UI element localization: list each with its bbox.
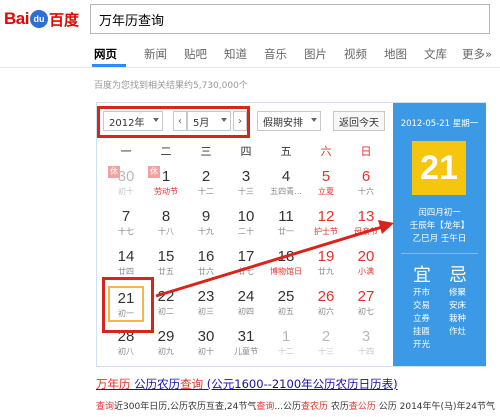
snippet-text: 公历 2014年午(马)年24节气: [375, 402, 495, 412]
snippet-keyword: 查农历: [300, 402, 328, 412]
arrow-line: [155, 225, 383, 298]
annotation-arrow: [155, 220, 394, 298]
snippet-text: ...公历: [274, 402, 301, 412]
result-snippet: 查询近300年日历,公历农历互查,24节气查询...公历查农历 农历查公历 公历…: [96, 399, 495, 412]
arrow-head: [378, 220, 394, 234]
snippet-keyword: 查询: [96, 402, 115, 412]
result-title-keyword: 查询: [180, 377, 204, 391]
result-title-link[interactable]: 万年历 公历农历查询 (公元1600--2100年公历农历日历表): [96, 376, 398, 392]
snippet-keyword: 查询: [256, 402, 275, 412]
snippet-text: 农历: [328, 402, 349, 412]
result-title-text: (公元1600--2100年公历农历日历表): [203, 377, 398, 391]
snippet-keyword: 查公历: [348, 402, 376, 412]
result-title-text: 公历农历: [130, 377, 181, 391]
snippet-text: 近300年日历,公历农历互查,24节气: [114, 402, 257, 412]
result-title-keyword: 万年历: [96, 377, 131, 391]
